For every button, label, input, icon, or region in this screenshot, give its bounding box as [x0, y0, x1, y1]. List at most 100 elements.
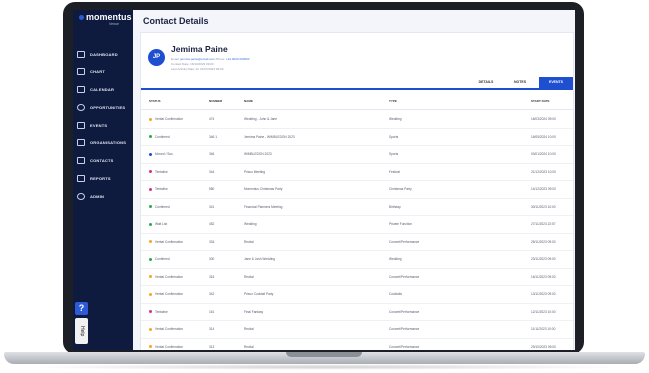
- cell-start: 16/11/2023 09:00: [531, 274, 556, 279]
- cell-start: 29/10/2023 09:00: [531, 344, 556, 349]
- sidebar-item-label: REPORTS: [90, 175, 111, 181]
- sidebar-item-dashboard[interactable]: DASHBOARD: [77, 48, 131, 60]
- brand-subtitle: Venue: [109, 22, 119, 26]
- cell-status: Tentative: [155, 187, 168, 191]
- status-dot-icon: [149, 187, 152, 191]
- table-row[interactable]: Confirmed 346.1 Jemima Paine - WIMBLEDON 2…: [141, 128, 573, 146]
- table-row[interactable]: Verbal Confirmation 313 Recital Concert/Per…: [141, 338, 573, 351]
- email-link[interactable]: jemima.paine@email.com: [180, 57, 215, 61]
- status-dot-icon: [149, 135, 152, 138]
- status-dot-icon: [149, 327, 152, 331]
- sidebar-item-label: CALENDAR: [90, 86, 115, 92]
- cell-status: Verbal Confirmation: [155, 117, 183, 121]
- calendar-icon: [77, 85, 85, 93]
- tab-details[interactable]: DETAILS: [471, 77, 501, 88]
- sidebar-item-events[interactable]: EVENTS: [77, 119, 131, 131]
- contact-last-activity: Last Activity Date: Fri 21/07/2023 09:00: [171, 67, 224, 71]
- cell-status: Verbal Confirmation: [155, 344, 183, 349]
- cell-start: 12/11/2023 10:00: [531, 309, 556, 314]
- cell-name: Financial Planners Meeting: [244, 204, 283, 209]
- main-content: Contact Details JP Jemima Paine Email: j…: [133, 10, 575, 350]
- sidebar-item-opportunities[interactable]: OPPORTUNITIES: [77, 101, 131, 113]
- help-question-icon[interactable]: ?: [75, 302, 88, 315]
- table-row[interactable]: Verbal Confirmation 315 Recital Concert/Per…: [141, 268, 573, 286]
- cell-start: 13/11/2023 09:00: [531, 292, 556, 296]
- cell-name: WIMBLEDON 2023: [244, 152, 272, 156]
- contact-name: Jemima Paine: [171, 44, 228, 54]
- brand-name: momentus: [86, 12, 132, 22]
- sidebar-item-calendar[interactable]: CALENDAR: [77, 83, 131, 95]
- table-row[interactable]: Verbal Confirmation 474 Wedding - John & J…: [141, 110, 573, 129]
- phone-link[interactable]: +44 0000 000000: [226, 57, 249, 61]
- sidebar-item-reports[interactable]: REPORTS: [77, 172, 131, 184]
- sidebar-item-organisations[interactable]: ORGANISATIONS: [77, 136, 131, 148]
- cell-name: Jane & Josh Wedding: [244, 257, 275, 261]
- cell-name: Recital: [244, 274, 254, 279]
- cell-number: 474: [209, 117, 215, 121]
- cell-start: 23/11/2023 09:00: [531, 257, 556, 261]
- cell-start: 30/11/2023 10:00: [531, 204, 556, 209]
- cell-status: Verbal Confirmation: [155, 239, 183, 244]
- table-row[interactable]: Tentative 344 Prisco Meeting Festival 21/12/…: [141, 163, 573, 181]
- table-row[interactable]: Wait List 452 Wedding Private Function 27/11…: [141, 215, 573, 234]
- table-row[interactable]: Moved / Sus 346 WIMBLEDON 2023 Sports 03/01/…: [141, 145, 573, 164]
- column-header-status[interactable]: STATUS: [149, 99, 161, 103]
- cell-number: 346.1: [209, 134, 217, 139]
- sidebar-item-contacts[interactable]: CONTACTS: [77, 154, 131, 166]
- tab-notes[interactable]: NOTES: [505, 77, 535, 88]
- help-tab[interactable]: Help: [75, 318, 88, 344]
- table-row[interactable]: Verbal Confirmation 334 Recital Concert/Per…: [141, 233, 573, 251]
- sidebar-item-admin[interactable]: ADMIN: [77, 190, 131, 202]
- cell-start: 21/12/2023 10:00: [531, 169, 556, 174]
- contact-card-icon: [77, 156, 85, 164]
- table-row[interactable]: Confirmed 300 Jane & Josh Wedding Wedding 23…: [141, 250, 573, 269]
- cell-number: 342: [209, 292, 215, 296]
- cell-type: Concert/Performance: [389, 239, 420, 244]
- cell-status: Confirmed: [155, 204, 170, 209]
- cell-status: Verbal Confirmation: [155, 292, 183, 296]
- sidebar-item-chart[interactable]: CHART: [77, 65, 131, 77]
- cell-name: Prisco Cocktail Party: [244, 292, 274, 296]
- cell-type: Cocktails: [389, 292, 402, 296]
- cell-number: 334: [209, 239, 215, 244]
- phone-label: Phone:: [215, 57, 226, 61]
- cell-number: 580: [209, 187, 215, 191]
- logo-dot-icon: [79, 15, 84, 21]
- cell-number: 300: [209, 257, 215, 261]
- contact-created: Contact Date: 16/10/2023 09:00: [171, 62, 214, 66]
- cell-type: Christmas Party: [389, 187, 412, 191]
- column-header-type[interactable]: TYPE: [389, 99, 397, 103]
- column-header-name[interactable]: NAME: [244, 99, 253, 103]
- tab-events[interactable]: EVENTS: [539, 77, 573, 88]
- status-dot-icon: [149, 310, 152, 313]
- column-header-start-date[interactable]: START DATE: [531, 99, 550, 103]
- cell-status: Confirmed: [155, 257, 170, 261]
- cell-status: Wait List: [155, 222, 168, 226]
- cell-type: Sports: [389, 134, 399, 139]
- table-row[interactable]: Tentative 161 Final Fantasy Concert/Perform…: [141, 303, 573, 321]
- table-row[interactable]: Confirmed 341 Financial Planners Meeting Bi…: [141, 198, 573, 216]
- column-header-number[interactable]: NUMBER: [209, 99, 222, 103]
- grid-icon: [77, 50, 85, 58]
- sidebar-item-label: ORGANISATIONS: [90, 139, 127, 145]
- cell-name: Wedding - John & Jane: [244, 117, 278, 121]
- brand-logo[interactable]: momentus: [79, 12, 132, 22]
- page-title: Contact Details: [143, 16, 209, 26]
- status-dot-icon: [149, 205, 152, 208]
- cell-name: Wedding: [244, 222, 257, 226]
- table-row[interactable]: Tentative 580 Momentus Christmas Party Chri…: [141, 180, 573, 199]
- table-header: STATUS NUMBER NAME TYPE START DATE: [141, 95, 573, 110]
- status-dot-icon: [149, 117, 152, 121]
- table-row[interactable]: Verbal Confirmation 342 Prisco Cocktail Pa…: [141, 285, 573, 304]
- table-row[interactable]: Verbal Confirmation 314 Recital Concert/Per…: [141, 320, 573, 339]
- app-screen: momentus Venue DASHBOARD CHART CALENDAR OPP…: [73, 10, 575, 350]
- cell-name: Recital: [244, 344, 254, 349]
- cell-name: Recital: [244, 327, 254, 331]
- cell-type: Wedding: [389, 257, 402, 261]
- sidebar-item-label: CONTACTS: [90, 157, 114, 163]
- cell-number: 341: [209, 204, 215, 209]
- cell-start: 16/03/2024 09:00: [531, 117, 556, 121]
- cell-start: 03/01/2024 10:00: [531, 152, 556, 156]
- cell-number: 452: [209, 222, 215, 226]
- status-dot-icon: [149, 152, 152, 156]
